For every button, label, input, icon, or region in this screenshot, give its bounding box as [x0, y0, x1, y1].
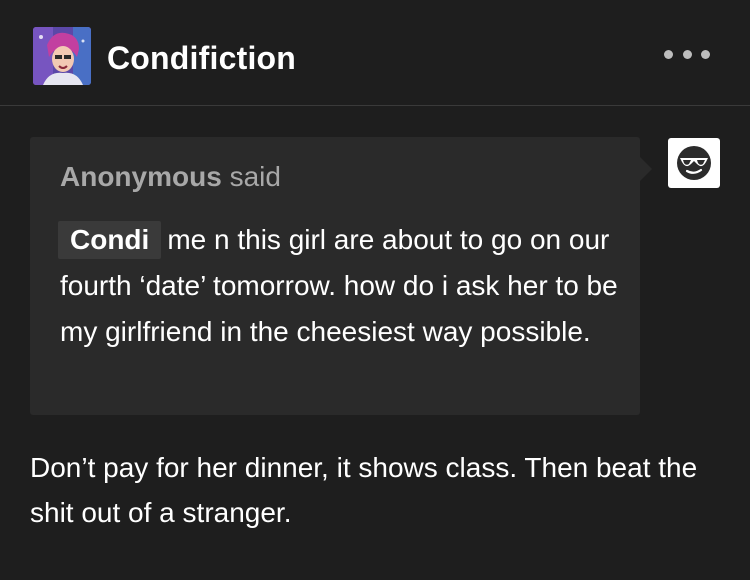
- dot-icon: [664, 49, 673, 59]
- blog-avatar[interactable]: [33, 27, 91, 85]
- answer-text: Don’t pay for her dinner, it shows class…: [30, 452, 698, 528]
- mention-tag[interactable]: Condi: [58, 221, 162, 259]
- dot-icon: [682, 49, 692, 59]
- anonymous-avatar: [668, 138, 720, 188]
- asker-line: Anonymous said: [60, 159, 281, 195]
- post-header: Condifiction: [0, 0, 750, 106]
- more-options-button[interactable]: [664, 44, 710, 64]
- said-label: said: [229, 161, 281, 192]
- ask-bubble: Anonymous said Condi me n this girl are a…: [30, 137, 652, 415]
- ask-question: Condi me n this girl are about to go on o…: [58, 217, 620, 355]
- avatar-illustration-icon: [33, 27, 91, 85]
- sunglasses-face-icon: [677, 146, 711, 180]
- dot-icon: [701, 49, 710, 59]
- blog-name[interactable]: Condifiction: [107, 38, 296, 78]
- asker-name: Anonymous: [60, 161, 222, 192]
